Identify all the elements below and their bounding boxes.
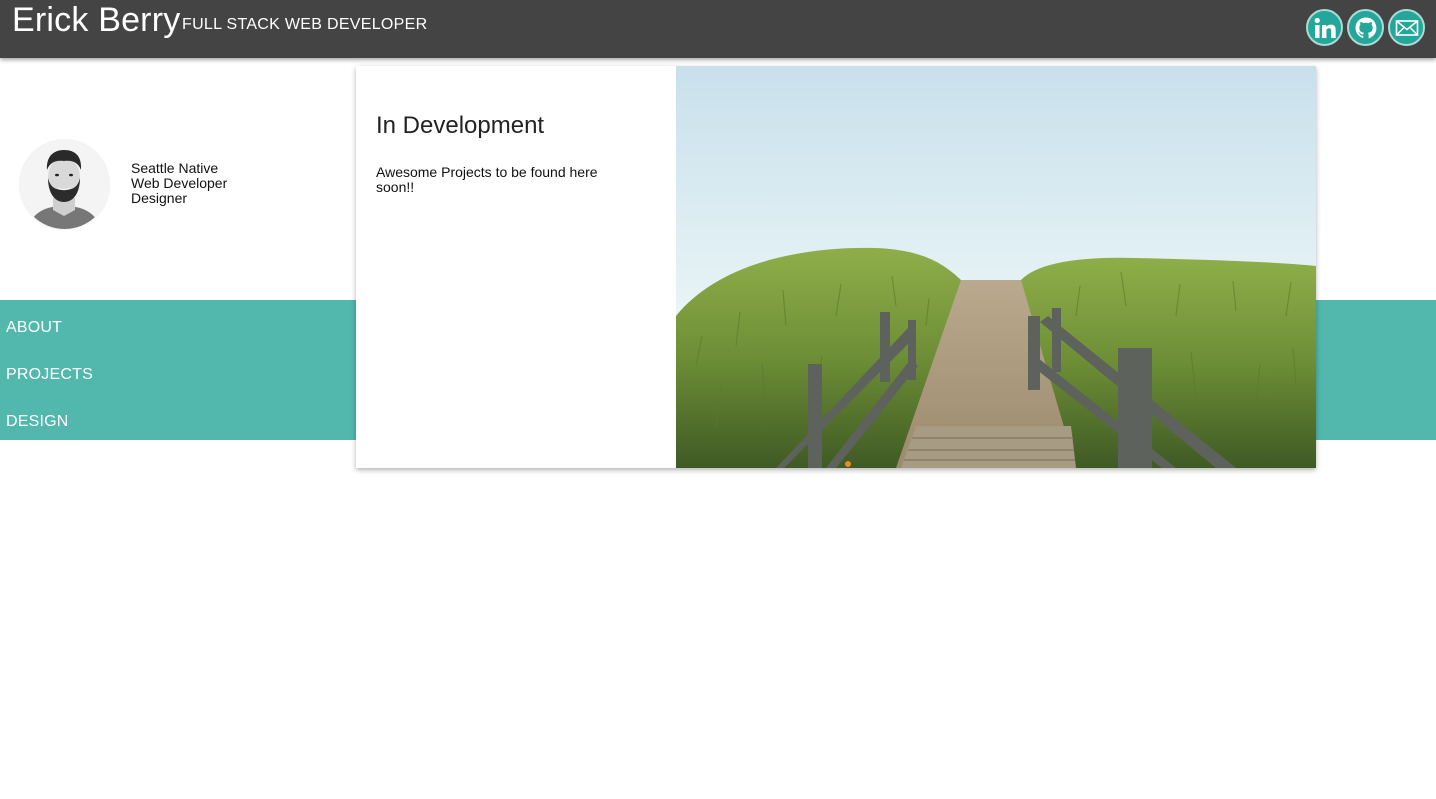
nav-item-design[interactable]: DESIGN (6, 413, 69, 431)
bio-line: Designer (131, 190, 188, 206)
bio: Seattle Native Web Developer Designer (131, 161, 227, 206)
card-text: Awesome Projects to be found here soon!! (376, 164, 598, 195)
linkedin-icon (1312, 15, 1338, 41)
avatar (20, 140, 109, 229)
card-title: In Development (376, 112, 545, 139)
project-card: In Development Awesome Projects to be fo… (356, 66, 1316, 468)
bio-line: Seattle Native (131, 160, 219, 176)
github-link[interactable] (1347, 9, 1384, 46)
bio-line: Web Developer (131, 175, 228, 191)
nav-item-about[interactable]: ABOUT (6, 319, 62, 337)
boardwalk-photo (676, 66, 1316, 468)
site-tagline: FULL STACK WEB DEVELOPER (182, 16, 428, 33)
email-link[interactable] (1388, 9, 1425, 46)
top-header: Erick Berry FULL STACK WEB DEVELOPER (0, 0, 1436, 58)
site-name[interactable]: Erick Berry (12, 0, 180, 40)
email-icon (1394, 15, 1420, 41)
github-icon (1353, 15, 1379, 41)
nav-item-projects[interactable]: PROJECTS (6, 366, 93, 384)
linkedin-link[interactable] (1306, 9, 1343, 46)
